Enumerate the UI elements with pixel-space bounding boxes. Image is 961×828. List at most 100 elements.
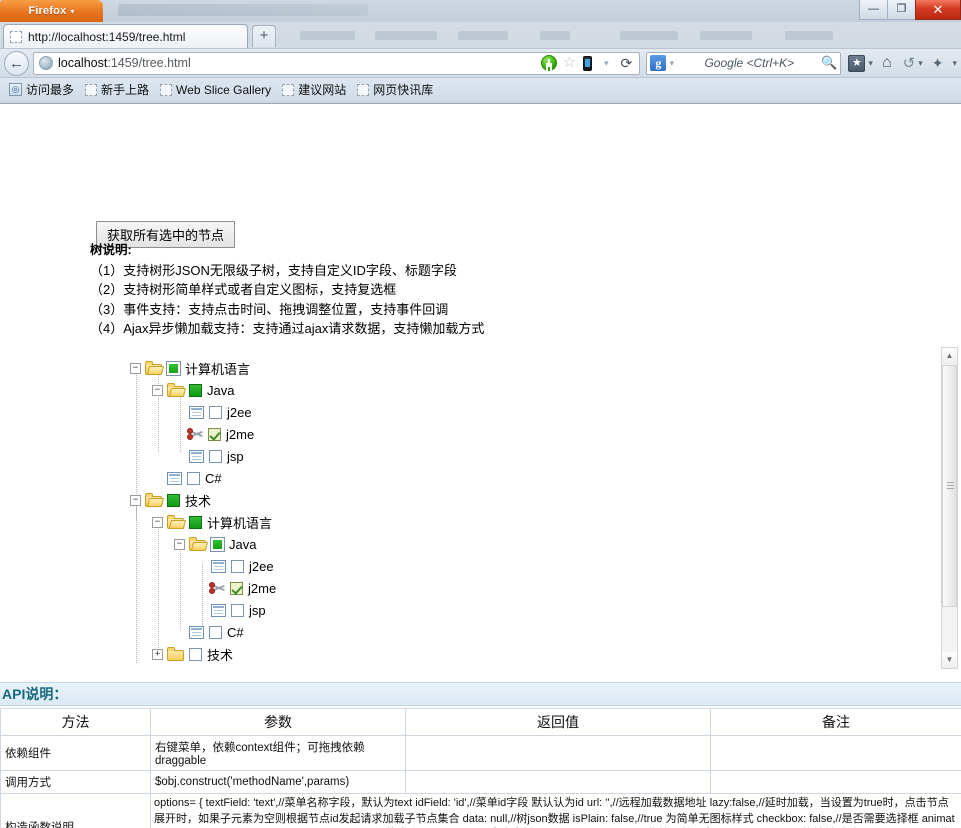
ghost-menu-3	[458, 31, 508, 40]
browser-tab[interactable]: http://localhost:1459/tree.html	[3, 24, 248, 48]
tree-node[interactable]: − 计算机语言	[130, 511, 276, 533]
column-header-method: 方法	[0, 708, 151, 736]
tree-node[interactable]: C#	[130, 467, 276, 489]
tree-checkbox[interactable]	[231, 559, 244, 573]
column-header-returns: 返回值	[405, 708, 711, 736]
bookmark-item-suggested-sites[interactable]: 建议网站	[278, 80, 350, 99]
document-icon	[189, 625, 204, 639]
tree-expand-toggle[interactable]: −	[130, 494, 141, 506]
tree-checkbox[interactable]	[189, 515, 202, 529]
blank-favicon-icon	[357, 83, 370, 96]
document-icon	[189, 405, 204, 419]
tree-node[interactable]: jsp	[130, 599, 276, 621]
tree-node[interactable]: j2ee	[130, 401, 276, 423]
bookmark-item-getting-started[interactable]: 新手上路	[81, 80, 153, 99]
tree-checkbox[interactable]	[209, 625, 222, 639]
tree-checkbox[interactable]	[210, 536, 225, 552]
tree-checkbox[interactable]	[209, 405, 222, 419]
tree-checkbox[interactable]	[230, 581, 243, 595]
tree-description-heading: 树说明:	[90, 243, 132, 257]
bookmarks-toolbar: ◎ 访问最多 新手上路 Web Slice Gallery 建议网站 网页快讯库	[0, 77, 961, 101]
bookmark-label: 新手上路	[101, 83, 150, 97]
bookmarks-menu-button[interactable]: ★ ▾	[848, 54, 873, 72]
search-input[interactable]: Google <Ctrl+K>	[677, 56, 821, 70]
cell-params: 右键菜单，依赖context组件；可拖拽依赖draggable	[150, 735, 406, 771]
tree-checkbox[interactable]	[167, 493, 180, 507]
scroll-up-arrow-icon[interactable]: ▲	[942, 348, 957, 364]
reload-icon[interactable]: ⟳	[618, 55, 634, 71]
mobile-device-icon[interactable]	[583, 55, 593, 71]
background-window-ghost-title	[118, 4, 368, 16]
tree-checkbox[interactable]	[189, 383, 202, 397]
tree-node[interactable]: − 技术	[130, 489, 276, 511]
tree-checkbox[interactable]	[231, 603, 244, 617]
tree-expand-toggle[interactable]: −	[174, 538, 185, 550]
tree-description-block: 树说明: （1）支持树形JSON无限级子树，支持自定义ID字段、标题字段 （2）…	[90, 241, 484, 339]
go-arrow-icon[interactable]	[541, 55, 558, 71]
bookmark-item-web-news[interactable]: 网页快讯库	[353, 80, 437, 99]
addon-button[interactable]: ✦	[932, 55, 944, 72]
new-tab-button[interactable]: +	[252, 25, 276, 47]
tree-checkbox[interactable]	[208, 427, 221, 441]
folder-open-icon	[189, 537, 209, 551]
tree-node[interactable]: + 技术	[130, 643, 276, 665]
firefox-menu-button[interactable]: Firefox ▾	[0, 0, 103, 22]
cell-method: 依赖组件	[0, 735, 151, 771]
title-bar: Firefox ▾ — ❐ ✕	[0, 0, 961, 22]
tree-node[interactable]: − Java	[130, 379, 276, 401]
tree-checkbox[interactable]	[189, 647, 202, 661]
tree-node[interactable]: j2me	[130, 577, 276, 599]
cell-remark	[710, 770, 961, 794]
back-button[interactable]: ←	[4, 50, 29, 76]
folder-closed-icon	[167, 647, 185, 661]
history-button[interactable]: ↺	[903, 54, 916, 72]
tree-node[interactable]: − 计算机语言	[130, 357, 276, 379]
search-engine-chevron-icon[interactable]: ▾	[666, 55, 677, 71]
tree-node[interactable]: j2ee	[130, 555, 276, 577]
tree-checkbox[interactable]	[166, 360, 181, 376]
maximize-button[interactable]: ❐	[887, 0, 916, 20]
close-button[interactable]: ✕	[915, 0, 961, 20]
tree-root: − 计算机语言 − Java j2ee j2me jsp C# − 技术 − 计…	[130, 357, 276, 665]
search-magnifier-icon[interactable]: 🔍	[821, 55, 837, 71]
search-bar[interactable]: g ▾ Google <Ctrl+K> 🔍	[646, 51, 842, 75]
home-button[interactable]: ⌂	[882, 54, 892, 72]
folder-open-icon	[167, 383, 187, 397]
globe-icon	[39, 56, 53, 70]
address-bar[interactable]: localhost:1459/tree.html ☆ ▾ ⟳	[33, 51, 641, 75]
tree-node-label: j2ee	[227, 404, 252, 420]
tree-description-line-1: （1）支持树形JSON无限级子树，支持自定义ID字段、标题字段	[90, 262, 457, 278]
tree-node-label: C#	[205, 470, 222, 486]
tree-checkbox[interactable]	[187, 471, 200, 485]
scrollbar-thumb[interactable]	[942, 365, 957, 607]
rss-icon: ◎	[9, 83, 22, 96]
tree-node[interactable]: − Java	[130, 533, 276, 555]
tree-expand-toggle[interactable]: +	[152, 648, 163, 660]
page-content: 获取所有选中的节点 树说明: （1）支持树形JSON无限级子树，支持自定义ID字…	[0, 104, 961, 828]
bookmark-item-web-slice-gallery[interactable]: Web Slice Gallery	[156, 82, 275, 98]
tree-expand-toggle[interactable]: −	[152, 516, 163, 528]
tree-node[interactable]: jsp	[130, 445, 276, 467]
tree-node-label: 计算机语言	[207, 515, 273, 531]
blank-favicon-icon	[160, 83, 173, 96]
scroll-down-arrow-icon[interactable]: ▼	[942, 652, 957, 668]
table-row: 依赖组件 右键菜单，依赖context组件；可拖拽依赖draggable	[0, 735, 961, 771]
minimize-button[interactable]: —	[859, 0, 888, 20]
history-chevron-icon[interactable]: ▾	[918, 58, 923, 69]
tree-node-label: 技术	[207, 647, 234, 663]
toolbar-overflow-chevron-icon[interactable]: ▾	[952, 58, 957, 69]
chevron-down-icon[interactable]: ▾	[598, 55, 614, 71]
tree-node[interactable]: j2me	[130, 423, 276, 445]
tree-scrollbar[interactable]: ▲ ▼	[941, 347, 958, 669]
tree-checkbox[interactable]	[209, 449, 222, 463]
ghost-menu-2	[375, 31, 437, 40]
tree-expand-toggle[interactable]: −	[130, 362, 141, 374]
bookmark-item-most-visited[interactable]: ◎ 访问最多	[5, 80, 78, 99]
ghost-menu-1	[300, 31, 355, 40]
tree-expand-toggle[interactable]: −	[152, 384, 163, 396]
window-controls: — ❐ ✕	[859, 0, 961, 21]
tree-node[interactable]: C#	[130, 621, 276, 643]
tree-node-label: j2ee	[249, 558, 274, 574]
bookmark-star-icon[interactable]: ☆	[561, 55, 577, 71]
bookmark-label: 建议网站	[298, 83, 347, 97]
